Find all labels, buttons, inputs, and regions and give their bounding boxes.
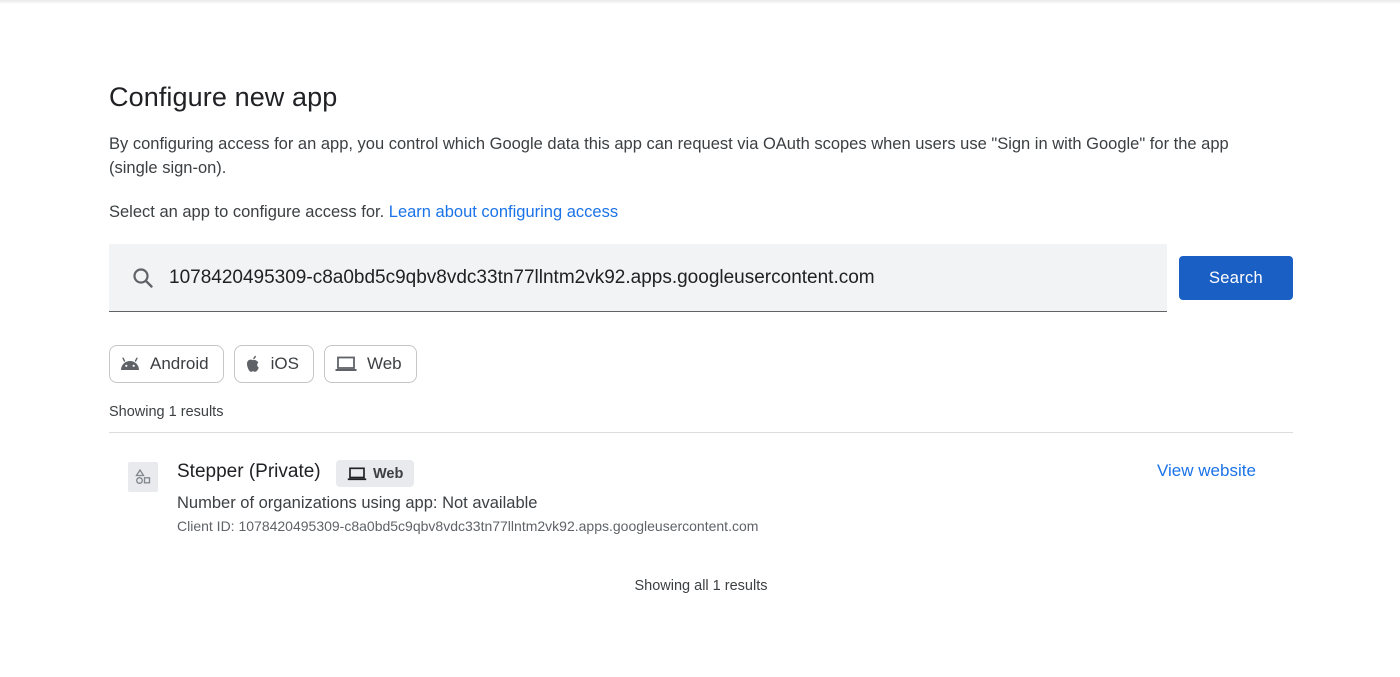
page-description: By configuring access for an app, you co… bbox=[109, 135, 1229, 177]
apple-icon bbox=[246, 355, 259, 372]
filter-chip-ios[interactable]: iOS bbox=[233, 345, 314, 383]
search-field[interactable] bbox=[109, 244, 1167, 312]
android-icon bbox=[121, 357, 139, 370]
organizations-count: Number of organizations using app: Not a… bbox=[177, 494, 538, 512]
app-name[interactable]: Stepper (Private) bbox=[177, 461, 321, 483]
results-count: Showing 1 results bbox=[109, 404, 224, 420]
filter-chip-web[interactable]: Web bbox=[323, 345, 417, 383]
results-footer: Showing all 1 results bbox=[634, 578, 768, 594]
select-prompt: Select an app to configure access for. bbox=[109, 203, 385, 221]
filter-chip-android[interactable]: Android bbox=[109, 345, 224, 383]
search-input[interactable] bbox=[169, 266, 1149, 289]
platform-badge: Web bbox=[336, 460, 415, 487]
select-prompt-line: Select an app to configure access for. L… bbox=[109, 200, 618, 224]
view-website-link[interactable]: View website bbox=[1157, 461, 1256, 481]
app-icon bbox=[128, 462, 158, 492]
platform-badge-label: Web bbox=[373, 465, 404, 482]
laptop-icon bbox=[335, 356, 357, 371]
laptop-icon bbox=[347, 466, 367, 480]
filter-chip-label: Android bbox=[150, 354, 209, 373]
search-button[interactable]: Search bbox=[1179, 256, 1293, 300]
app-shapes-icon bbox=[135, 469, 151, 484]
client-id: Client ID: 1078420495309-c8a0bd5c9qbv8vd… bbox=[177, 518, 759, 534]
learn-configuring-access-link[interactable]: Learn about configuring access bbox=[389, 203, 618, 221]
filter-chip-label: Web bbox=[366, 354, 402, 373]
page-title: Configure new app bbox=[109, 82, 338, 112]
results-divider bbox=[109, 432, 1293, 433]
search-icon bbox=[133, 267, 153, 288]
filter-chip-label: iOS bbox=[270, 354, 299, 373]
top-shadow bbox=[0, 0, 1400, 4]
platform-filter-chips: Android iOS Web bbox=[109, 345, 417, 383]
